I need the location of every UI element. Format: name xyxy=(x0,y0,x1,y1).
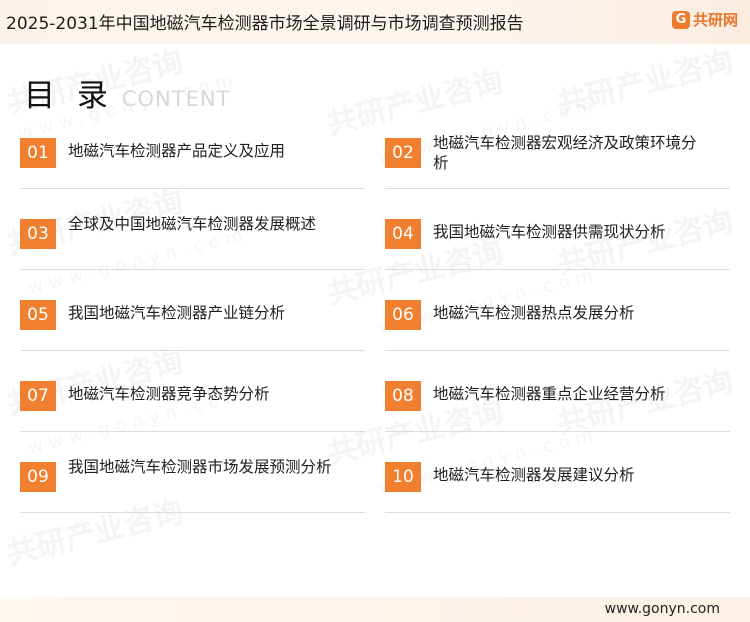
toc-divider xyxy=(20,269,365,270)
report-title: 2025-2031年中国地磁汽车检测器市场全景调研与市场调查预测报告 xyxy=(6,14,524,34)
footer-url[interactable]: www.gonyn.com xyxy=(605,601,720,617)
toc-number: 02 xyxy=(385,138,421,168)
logo-text: 共研网 xyxy=(692,11,738,29)
toc-subtitle: CONTENT xyxy=(121,87,231,111)
toc-label: 地磁汽车检测器产品定义及应用 xyxy=(68,142,286,160)
toc-divider xyxy=(20,431,365,432)
toc-item[interactable]: 05 我国地磁汽车检测器产业链分析 xyxy=(20,295,365,365)
toc-heading: 目 录 CONTENT xyxy=(24,70,230,115)
logo-icon: G xyxy=(671,10,690,29)
toc-divider xyxy=(385,269,730,270)
toc-number: 04 xyxy=(385,219,421,249)
toc-item[interactable]: 06 地磁汽车检测器热点发展分析 xyxy=(385,295,730,365)
toc-label: 我国地磁汽车检测器供需现状分析 xyxy=(433,223,666,241)
watermark-text: 共研产业咨询 xyxy=(553,44,736,122)
toc-label: 地磁汽车检测器宏观经济及政策环境分析 xyxy=(433,134,697,172)
toc-divider xyxy=(385,431,730,432)
footer-bar: www.gonyn.com xyxy=(0,597,750,622)
toc-number: 06 xyxy=(385,300,421,330)
toc-divider xyxy=(385,350,730,351)
toc-number: 10 xyxy=(385,462,421,492)
toc-number: 08 xyxy=(385,381,421,411)
toc-item[interactable]: 03 全球及中国地磁汽车检测器发展概述 xyxy=(20,214,365,284)
toc-item[interactable]: 09 我国地磁汽车检测器市场发展预测分析 xyxy=(20,457,365,527)
toc-item[interactable]: 08 地磁汽车检测器重点企业经营分析 xyxy=(385,376,730,446)
brand-logo: G 共研网 xyxy=(671,9,738,30)
toc-title: 目 录 xyxy=(24,78,114,114)
toc-item[interactable]: 10 地磁汽车检测器发展建议分析 xyxy=(385,457,730,527)
toc-label: 我国地磁汽车检测器产业链分析 xyxy=(68,304,286,322)
watermark-text: 共研产业咨询 xyxy=(323,64,506,142)
toc-label: 全球及中国地磁汽车检测器发展概述 xyxy=(68,215,317,233)
toc-label: 地磁汽车检测器竞争态势分析 xyxy=(68,385,270,403)
toc-item[interactable]: 07 地磁汽车检测器竞争态势分析 xyxy=(20,376,365,446)
toc-divider xyxy=(20,188,365,189)
toc-label: 地磁汽车检测器热点发展分析 xyxy=(433,304,635,322)
toc-number: 07 xyxy=(20,381,56,411)
toc-label: 我国地磁汽车检测器市场发展预测分析 xyxy=(68,458,332,476)
toc-number: 01 xyxy=(20,138,56,168)
toc-number: 09 xyxy=(20,462,56,492)
toc-number: 05 xyxy=(20,300,56,330)
toc-item[interactable]: 04 我国地磁汽车检测器供需现状分析 xyxy=(385,214,730,284)
toc-item[interactable]: 01 地磁汽车检测器产品定义及应用 xyxy=(20,133,365,203)
toc-item[interactable]: 02 地磁汽车检测器宏观经济及政策环境分析 xyxy=(385,133,730,203)
toc-label: 地磁汽车检测器重点企业经营分析 xyxy=(433,385,666,403)
toc-divider xyxy=(20,512,365,513)
toc-divider xyxy=(20,350,365,351)
toc-divider xyxy=(385,188,730,189)
toc-label: 地磁汽车检测器发展建议分析 xyxy=(433,466,635,484)
toc-divider xyxy=(385,512,730,513)
toc-number: 03 xyxy=(20,219,56,249)
header-bar: 2025-2031年中国地磁汽车检测器市场全景调研与市场调查预测报告 G 共研网 xyxy=(0,0,750,44)
